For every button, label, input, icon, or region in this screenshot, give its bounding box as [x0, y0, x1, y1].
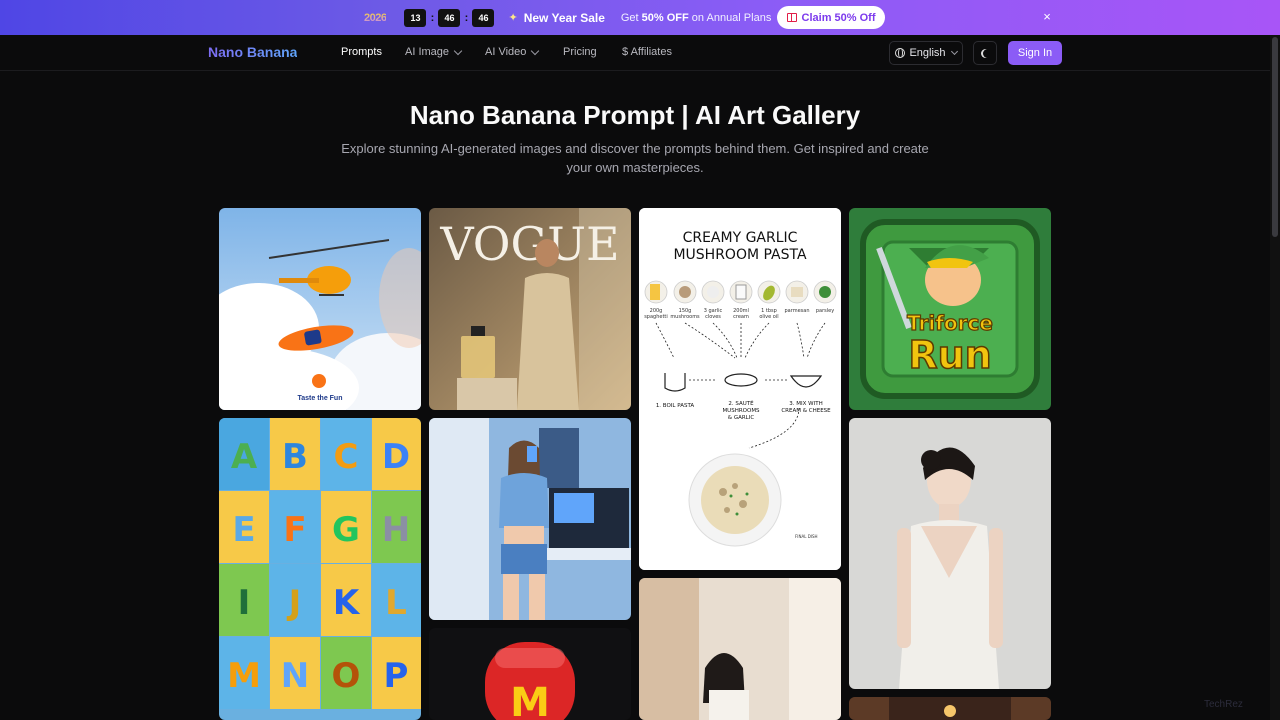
- svg-text:cloves: cloves: [705, 314, 721, 320]
- svg-text:M: M: [510, 680, 550, 720]
- svg-text:J: J: [287, 583, 302, 623]
- card-caption: VOGUE: [439, 217, 619, 271]
- svg-text:Run: Run: [908, 333, 991, 377]
- svg-text:G: G: [332, 510, 360, 550]
- svg-text:parsley: parsley: [816, 308, 834, 314]
- brand-logo[interactable]: Nano Banana: [208, 44, 297, 60]
- year-logo: 2026: [364, 11, 387, 24]
- svg-text:spaghetti: spaghetti: [644, 314, 668, 320]
- gallery-card-woman[interactable]: [639, 578, 841, 720]
- svg-text:& GARLIC: & GARLIC: [728, 415, 755, 421]
- svg-text:olive oil: olive oil: [759, 314, 778, 320]
- nav-item-affiliates[interactable]: $ Affiliates: [622, 46, 672, 58]
- recipe-image: CREAMY GARLIC MUSHROOM PASTA 200gspaghet…: [639, 208, 841, 570]
- gift-icon: [786, 13, 797, 22]
- chevron-down-icon: [453, 46, 463, 55]
- svg-text:3. MIX WITH: 3. MIX WITH: [789, 401, 822, 407]
- timer-separator: :: [430, 11, 435, 24]
- gallery-card-recipe[interactable]: CREAMY GARLIC MUSHROOM PASTA 200g spaghet…: [639, 208, 841, 570]
- theme-toggle-button[interactable]: [973, 41, 997, 65]
- recipe-final-label: FINAL DISH: [795, 534, 818, 539]
- gallery-card-mcdonalds[interactable]: M: [429, 628, 631, 720]
- timer-hours: 13: [404, 8, 427, 27]
- svg-text:I: I: [238, 583, 251, 623]
- language-selector[interactable]: English: [889, 41, 963, 65]
- nav-item-pricing[interactable]: Pricing: [563, 46, 597, 58]
- svg-text:mushrooms: mushrooms: [670, 314, 700, 320]
- gallery-card-alphabet[interactable]: A B C D E F G H I J K L M N O P: [219, 418, 421, 720]
- svg-text:cream: cream: [733, 314, 749, 320]
- page-subtitle: Explore stunning AI-generated images and…: [341, 141, 929, 175]
- svg-text:E: E: [232, 510, 255, 550]
- svg-text:A: A: [231, 437, 258, 477]
- bride-image: [849, 418, 1051, 689]
- promo-banner: 2026 13 : 46 : 46 ✦ New Year Sale Get 50…: [0, 0, 1280, 35]
- globe-icon: [895, 48, 906, 58]
- mcdonalds-image: M: [429, 628, 631, 720]
- svg-text:CREAM & CHEESE: CREAM & CHEESE: [781, 408, 831, 414]
- recipe-title-line-2: MUSHROOM PASTA: [673, 247, 807, 263]
- chevron-down-icon: [950, 47, 958, 56]
- svg-text:parmesan: parmesan: [785, 308, 810, 314]
- recipe-title-line-1: CREAMY GARLIC: [683, 230, 798, 246]
- triforce-image: Triforce Run: [849, 208, 1051, 410]
- svg-text:L: L: [385, 583, 407, 623]
- svg-text:N: N: [281, 656, 309, 696]
- vogue-image: VOGUE: [429, 208, 631, 410]
- svg-text:D: D: [382, 437, 410, 477]
- party-icon: ✦: [508, 12, 518, 24]
- moon-icon: [983, 49, 992, 58]
- close-icon[interactable]: ×: [1040, 10, 1054, 24]
- gallery-card-interior[interactable]: [849, 697, 1051, 720]
- top-navigation: Nano Banana Prompts AI Image AI Video Pr…: [0, 35, 1280, 71]
- card-caption: Taste the Fun: [298, 395, 343, 402]
- sale-title: New Year Sale: [523, 10, 605, 25]
- svg-text:O: O: [332, 656, 361, 696]
- svg-text:2. SAUTÉ: 2. SAUTÉ: [728, 399, 754, 407]
- gallery-card-bride[interactable]: [849, 418, 1051, 689]
- scrollbar-thumb[interactable]: [1272, 37, 1278, 237]
- gallery-card-helicopter[interactable]: Taste the Fun: [219, 208, 421, 410]
- claim-offer-button[interactable]: Claim 50% Off: [777, 6, 885, 29]
- woman-image: [639, 578, 841, 720]
- alphabet-image: A B C D E F G H I J K L M N O P: [219, 418, 421, 720]
- interior-image: [849, 697, 1051, 720]
- gallery-card-vogue[interactable]: VOGUE: [429, 208, 631, 410]
- svg-text:F: F: [283, 510, 306, 550]
- nav-item-prompts[interactable]: Prompts: [341, 46, 382, 58]
- gallery-card-selfie[interactable]: [429, 418, 631, 620]
- svg-text:C: C: [334, 437, 359, 477]
- svg-text:M: M: [227, 656, 261, 696]
- chevron-down-icon: [531, 46, 540, 55]
- svg-text:P: P: [384, 656, 409, 696]
- svg-text:MUSHROOMS: MUSHROOMS: [722, 408, 760, 414]
- svg-text:H: H: [382, 510, 410, 550]
- sign-in-button[interactable]: Sign In: [1008, 41, 1062, 65]
- sale-text: Get 50% OFF on Annual Plans: [620, 11, 772, 24]
- page-scrollbar[interactable]: [1270, 35, 1280, 720]
- gallery-card-triforce[interactable]: Triforce Run: [849, 208, 1051, 410]
- page-title: Nano Banana Prompt | AI Art Gallery: [409, 100, 861, 130]
- nav-item-ai-video[interactable]: AI Video: [485, 46, 540, 58]
- svg-text:B: B: [282, 437, 308, 477]
- watermark: TechRez: [1204, 699, 1243, 710]
- timer-minutes: 46: [438, 8, 461, 27]
- recipe-step: 1. BOIL PASTA: [656, 403, 695, 409]
- timer-seconds: 46: [472, 8, 495, 27]
- selfie-image: [429, 418, 631, 620]
- timer-separator: :: [464, 11, 469, 24]
- svg-text:Triforce: Triforce: [907, 311, 993, 335]
- svg-text:K: K: [333, 583, 361, 623]
- helicopter-image: Taste the Fun: [219, 208, 421, 410]
- claim-label: Claim 50% Off: [801, 11, 876, 24]
- nav-item-ai-image[interactable]: AI Image: [405, 46, 463, 58]
